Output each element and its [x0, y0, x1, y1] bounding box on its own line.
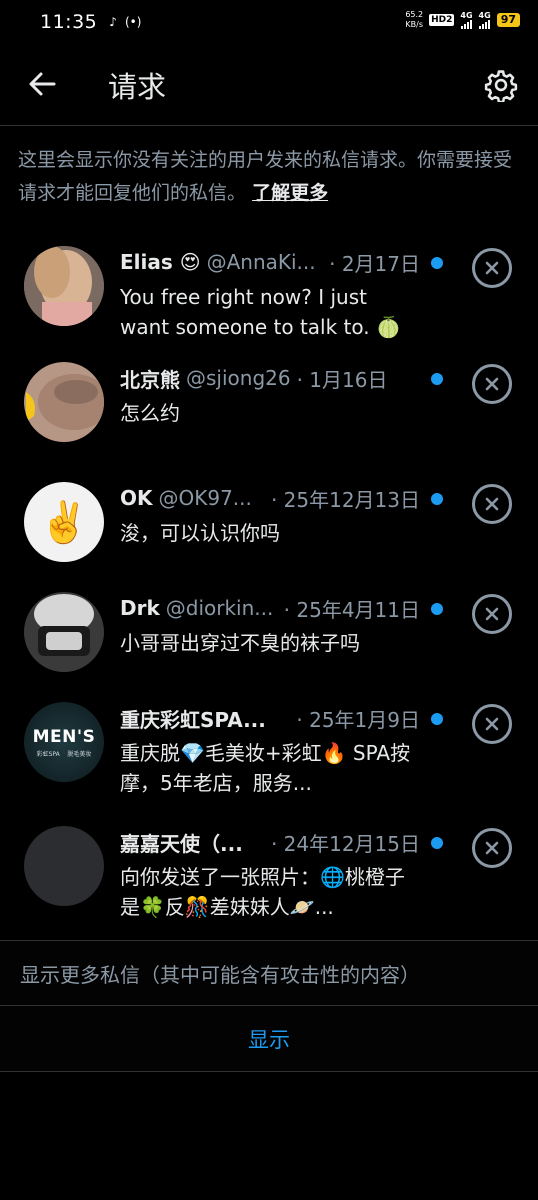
page-title: 请求 — [108, 70, 167, 104]
close-icon — [485, 841, 499, 855]
show-more-button[interactable]: 显示 — [0, 1006, 538, 1072]
avatar[interactable] — [24, 246, 104, 326]
unread-dot — [431, 257, 443, 269]
message-date: · 25年4月11日 — [283, 597, 420, 622]
message-request-row[interactable]: 嘉嘉天使（... · 24年12月15日 向你发送了一张照片：🌐桃橙子是🍀反🎊差… — [0, 816, 538, 928]
dismiss-button[interactable] — [472, 484, 512, 524]
unread-dot — [431, 493, 443, 505]
unread-dot — [431, 373, 443, 385]
dismiss-button[interactable] — [472, 704, 512, 744]
message-date: · 2月17日 — [329, 251, 420, 276]
header: 请求 — [0, 44, 538, 126]
net-speed: 65.2 KB/s — [405, 10, 424, 29]
hd-icon: HD2 — [429, 14, 455, 26]
message-preview: You free right now? I just want someone … — [120, 285, 401, 339]
learn-more-link[interactable]: 了解更多 — [252, 182, 328, 204]
unread-dot — [431, 837, 443, 849]
message-preview: 浚，可以认识你吗 — [120, 521, 280, 545]
status-bar: 11:35 ♪ (•) 65.2 KB/s HD2 4G 4G 97 — [0, 0, 538, 44]
close-icon — [485, 377, 499, 391]
unread-dot — [431, 603, 443, 615]
message-date: · 24年12月15日 — [270, 831, 420, 856]
avatar-logo-subtext: 彩虹SPA 脱毛美妆 — [36, 750, 92, 758]
victory-hand-icon: ✌️ — [39, 499, 89, 546]
sender-name: 重庆彩虹SPA... — [120, 707, 266, 732]
dismiss-button[interactable] — [472, 364, 512, 404]
message-date: · 1月16日 — [296, 367, 388, 392]
close-icon — [485, 717, 499, 731]
arrow-left-icon[interactable] — [26, 68, 58, 100]
tiktok-icon: ♪ — [109, 15, 117, 29]
sender-handle: @diorkin... — [165, 596, 274, 620]
hotspot-icon: (•) — [124, 15, 142, 29]
signal-sim2-icon: 4G — [479, 11, 491, 29]
message-date: · 25年1月9日 — [296, 707, 420, 732]
message-preview: 小哥哥出穿过不臭的袜子吗 — [120, 631, 360, 655]
sender-handle: @AnnaKi... — [206, 250, 316, 274]
requests-info: 这里会显示你没有关注的用户发来的私信请求。你需要接受请求才能回复他们的私信。 了… — [0, 126, 538, 226]
message-preview: 向你发送了一张照片：🌐桃橙子是🍀反🎊差妹妹人🪐... — [120, 865, 405, 919]
dismiss-button[interactable] — [472, 828, 512, 868]
dismiss-button[interactable] — [472, 594, 512, 634]
avatar[interactable] — [24, 592, 104, 672]
message-request-row[interactable]: Elias 😍 @AnnaKi... · 2月17日 You free righ… — [0, 236, 538, 352]
avatar[interactable] — [24, 826, 104, 906]
sender-name: Drk — [120, 596, 160, 620]
message-preview: 重庆脱💎毛美妆+彩虹🔥 SPA按摩，5年老店，服务... — [120, 741, 411, 795]
message-request-row[interactable]: 北京熊 @sjiong26 · 1月16日 怎么约 — [0, 352, 538, 472]
battery-icon: 97 — [496, 13, 520, 27]
close-icon — [485, 497, 499, 511]
signal-sim1-icon: 4G — [460, 11, 473, 29]
close-icon — [485, 261, 499, 275]
avatar-logo-text: MEN'S — [32, 726, 96, 747]
sender-name: 北京熊 — [120, 367, 180, 392]
show-more-info: 显示更多私信（其中可能含有攻击性的内容） — [0, 940, 538, 1006]
message-preview: 怎么约 — [120, 401, 180, 425]
sender-handle: @sjiong26 — [186, 366, 291, 390]
message-request-row[interactable]: Drk @diorkin... · 25年4月11日 小哥哥出穿过不臭的袜子吗 — [0, 582, 538, 692]
message-date: · 25年12月13日 — [270, 487, 420, 512]
sender-name: Elias 😍 — [120, 250, 201, 274]
dismiss-button[interactable] — [472, 248, 512, 288]
unread-dot — [431, 713, 443, 725]
message-request-row[interactable]: ✌️ OK @OK97... · 25年12月13日 浚，可以认识你吗 — [0, 472, 538, 582]
status-time: 11:35 — [40, 11, 98, 33]
sender-name: OK — [120, 486, 153, 510]
message-request-list: Elias 😍 @AnnaKi... · 2月17日 You free righ… — [0, 236, 538, 928]
avatar[interactable] — [24, 362, 104, 442]
message-request-row[interactable]: MEN'S 彩虹SPA 脱毛美妆 重庆彩虹SPA... · 25年1月9日 重庆… — [0, 692, 538, 816]
gear-icon[interactable] — [484, 68, 518, 104]
avatar[interactable]: ✌️ — [24, 482, 104, 562]
sender-handle: @OK97... — [158, 486, 252, 510]
sender-name: 嘉嘉天使（... — [120, 831, 243, 856]
close-icon — [485, 607, 499, 621]
avatar[interactable]: MEN'S 彩虹SPA 脱毛美妆 — [24, 702, 104, 782]
